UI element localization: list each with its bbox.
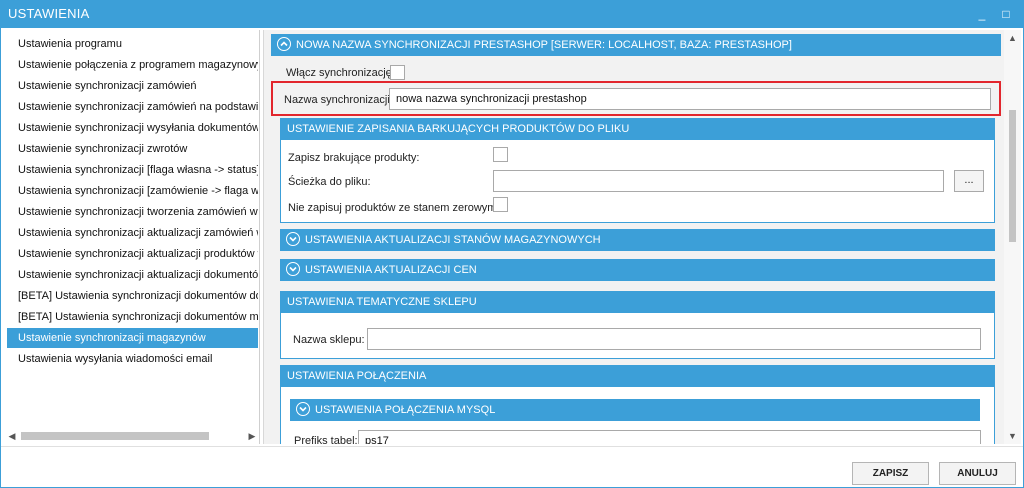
stock-update-title: USTAWIENIA AKTUALIZACJI STANÓW MAGAZYNOW…	[305, 234, 601, 246]
content-vertical-scrollbar[interactable]: ▲ ▼	[1004, 30, 1021, 444]
chevron-up-icon[interactable]	[277, 37, 291, 52]
highlight-box	[271, 81, 1001, 116]
file-path-label: Ścieżka do pliku:	[288, 176, 371, 188]
missing-products-header: USTAWIENIE ZAPISANIA BARKUJĄCYCH PRODUKT…	[280, 118, 995, 140]
shop-name-label: Nazwa sklepu:	[293, 334, 365, 346]
sidebar-item-order-sync-based[interactable]: Ustawienie synchronizacji zamówień na po…	[7, 97, 258, 117]
maximize-button[interactable]: □	[998, 6, 1014, 22]
enable-sync-checkbox[interactable]	[390, 65, 405, 80]
connection-header: USTAWIENIA POŁĄCZENIA	[280, 365, 995, 387]
table-prefix-input[interactable]: ps17	[358, 430, 981, 444]
scroll-down-icon[interactable]: ▼	[1007, 431, 1018, 441]
sync-section-title: NOWA NAZWA SYNCHRONIZACJI PRESTASHOP [SE…	[296, 39, 792, 51]
sidebar-item-product-update-sync[interactable]: Ustawienie synchronizacji aktualizacji p…	[7, 244, 258, 264]
stock-update-header[interactable]: USTAWIENIA AKTUALIZACJI STANÓW MAGAZYNOW…	[280, 229, 995, 251]
title-bar: USTAWIENIA _ □	[0, 0, 1024, 28]
window-title: USTAWIENIA	[8, 6, 90, 21]
sidebar-item-warehouse-sync[interactable]: Ustawienie synchronizacji magazynów	[7, 328, 258, 348]
price-update-header[interactable]: USTAWIENIA AKTUALIZACJI CEN	[280, 259, 995, 281]
browse-file-button[interactable]: ...	[954, 170, 984, 192]
sidebar-item-order-update-sync[interactable]: Ustawienia synchronizacji aktualizacji z…	[7, 223, 258, 243]
enable-sync-label: Włącz synchronizację:	[286, 67, 395, 79]
settings-content: NOWA NAZWA SYNCHRONIZACJI PRESTASHOP [SE…	[263, 30, 1021, 444]
price-update-title: USTAWIENIA AKTUALIZACJI CEN	[305, 264, 477, 276]
scrollbar-thumb[interactable]	[1009, 110, 1016, 242]
mysql-connection-title: USTAWIENIA POŁĄCZENIA MYSQL	[315, 404, 496, 416]
sidebar-horizontal-scrollbar[interactable]: ◀ ▶	[3, 428, 260, 444]
sidebar-item-beta-warehouse-docs[interactable]: [BETA] Ustawienia synchronizacji dokumen…	[7, 307, 258, 327]
skip-zero-label: Nie zapisuj produktów ze stanem zerowym:	[288, 202, 500, 214]
table-prefix-label: Prefiks tabel:	[294, 435, 358, 444]
scroll-up-icon[interactable]: ▲	[1007, 33, 1018, 43]
shop-name-input[interactable]	[367, 328, 981, 350]
cancel-button[interactable]: ANULUJ	[939, 462, 1016, 485]
sidebar-item-warehouse-connection[interactable]: Ustawienie połączenia z programem magazy…	[7, 55, 258, 75]
scroll-right-icon[interactable]: ▶	[247, 431, 257, 441]
sidebar-item-returns-sync[interactable]: Ustawienie synchronizacji zwrotów	[7, 139, 258, 159]
sidebar-item-email-settings[interactable]: Ustawienia wysyłania wiadomości email	[7, 349, 258, 369]
save-missing-checkbox[interactable]	[493, 147, 508, 162]
mysql-connection-header[interactable]: USTAWIENIA POŁĄCZENIA MYSQL	[290, 399, 980, 421]
chevron-down-icon[interactable]	[286, 232, 300, 247]
save-missing-label: Zapisz brakujące produkty:	[288, 152, 420, 164]
file-path-input[interactable]	[493, 170, 944, 192]
sidebar-item-order-sync[interactable]: Ustawienie synchronizacji zamówień	[7, 76, 258, 96]
sidebar-item-beta-delivery-docs[interactable]: [BETA] Ustawienia synchronizacji dokumen…	[7, 286, 258, 306]
minimize-button[interactable]: _	[974, 6, 990, 22]
settings-sidebar: Ustawienia programu Ustawienie połączeni…	[3, 30, 260, 444]
sidebar-item-document-update-sync[interactable]: Ustawienie synchronizacji aktualizacji d…	[7, 265, 258, 285]
scroll-left-icon[interactable]: ◀	[7, 431, 17, 441]
sidebar-item-program-settings[interactable]: Ustawienia programu	[7, 34, 258, 54]
chevron-down-icon[interactable]	[296, 402, 310, 417]
sidebar-item-flag-status-sync[interactable]: Ustawienia synchronizacji [flaga własna …	[7, 160, 258, 180]
sidebar-item-document-send-sync[interactable]: Ustawienie synchronizacji wysyłania doku…	[7, 118, 258, 138]
save-button[interactable]: ZAPISZ	[852, 462, 929, 485]
skip-zero-checkbox[interactable]	[493, 197, 508, 212]
sidebar-item-order-create-sync[interactable]: Ustawienie synchronizacji tworzenia zamó…	[7, 202, 258, 222]
scrollbar-thumb[interactable]	[21, 432, 209, 440]
dialog-footer: ZAPISZ ANULUJ	[0, 446, 1024, 488]
sidebar-item-order-flag-sync[interactable]: Ustawienia synchronizacji [zamówienie ->…	[7, 181, 258, 201]
shop-theme-header: USTAWIENIA TEMATYCZNE SKLEPU	[280, 291, 995, 313]
chevron-down-icon[interactable]	[286, 262, 300, 277]
sync-section-header[interactable]: NOWA NAZWA SYNCHRONIZACJI PRESTASHOP [SE…	[271, 34, 1001, 56]
